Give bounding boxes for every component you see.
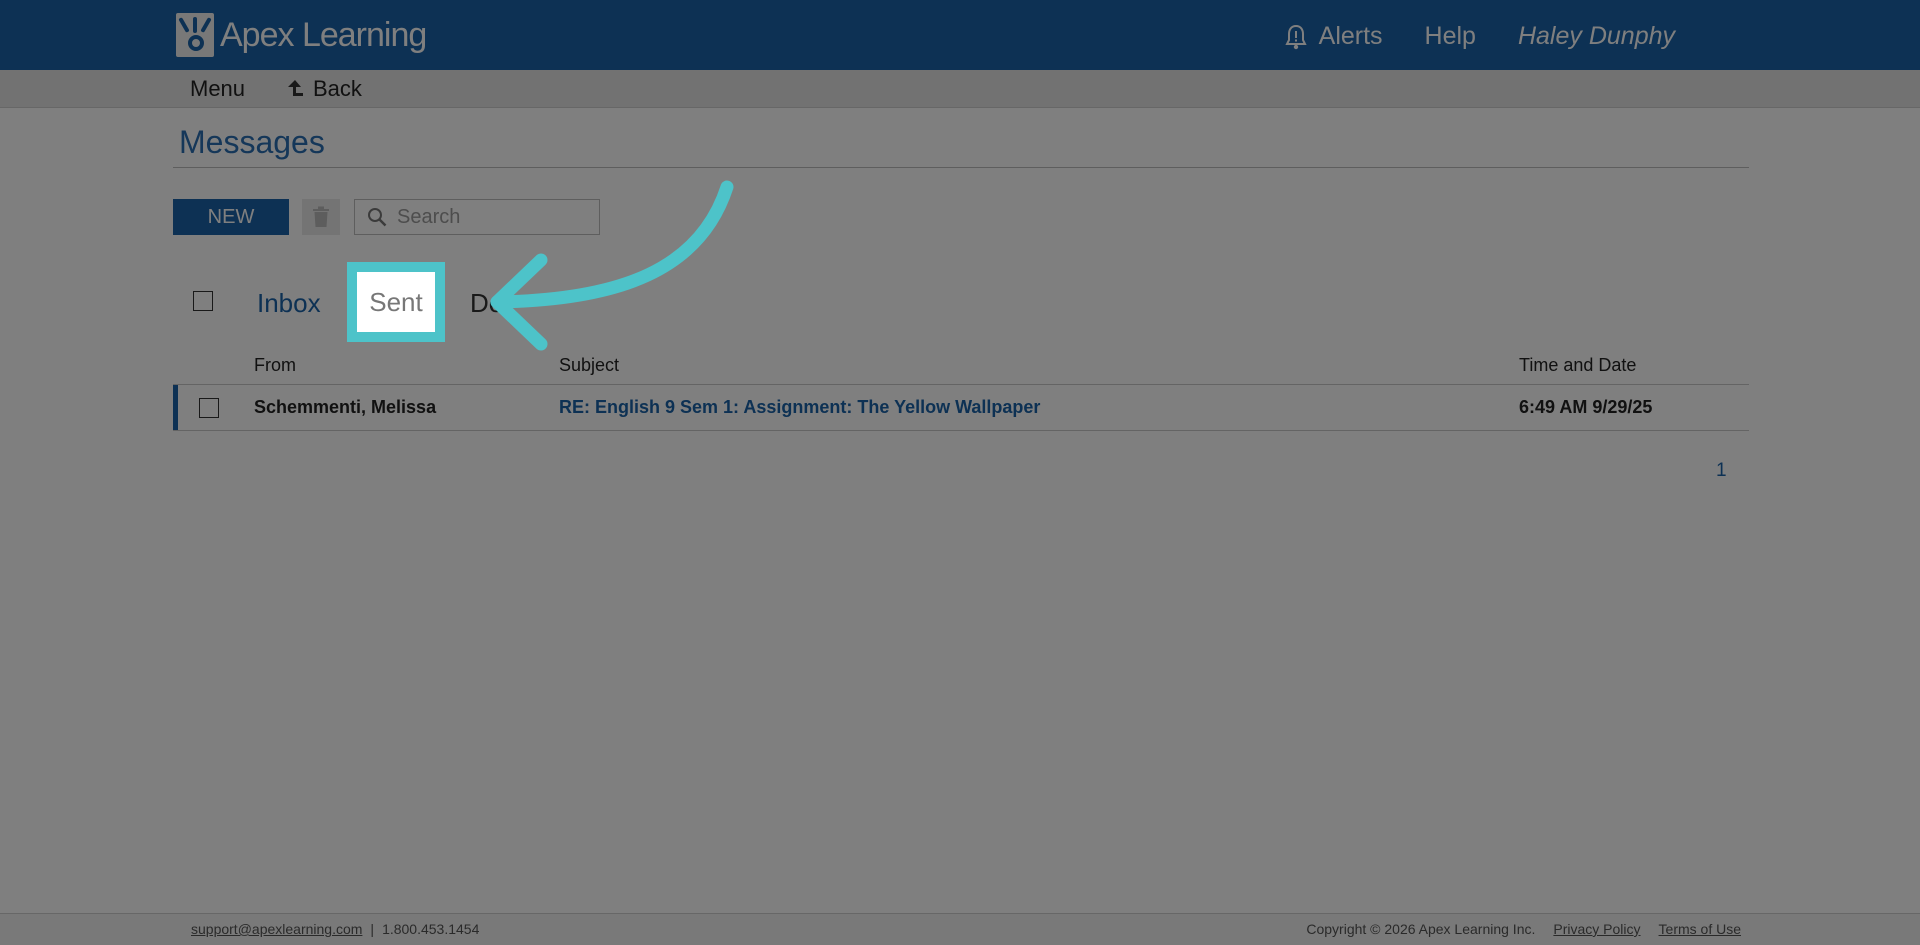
terms-of-use-link[interactable]: Terms of Use [1659,921,1741,937]
row-divider [173,430,1749,431]
pagination-page-1[interactable]: 1 [1716,460,1727,482]
unread-indicator [173,385,178,430]
logo-text: Apex Learning [220,15,427,54]
row-checkbox[interactable] [199,398,219,418]
search-input[interactable] [397,205,577,229]
select-all-checkbox[interactable] [193,291,213,311]
column-header-from[interactable]: From [254,355,296,376]
tab-inbox[interactable]: Inbox [257,288,321,319]
apex-logo[interactable]: Apex Learning [176,12,427,58]
privacy-policy-link[interactable]: Privacy Policy [1553,921,1640,937]
tab-sent-highlight[interactable]: Sent [347,262,445,342]
copyright-text: Copyright © 2026 Apex Learning Inc. [1306,921,1536,937]
title-divider [173,167,1749,168]
table-row[interactable]: Schemmenti, Melissa RE: English 9 Sem 1:… [173,385,1749,430]
help-link[interactable]: Help [1425,22,1476,51]
search-icon [368,208,387,227]
apex-logo-icon [176,13,214,57]
tab-deleted[interactable]: De [470,288,503,319]
tab-sent-label: Sent [369,286,423,317]
top-nav: Alerts Help Haley Dunphy [1285,22,1675,51]
user-name-link[interactable]: Haley Dunphy [1518,22,1675,51]
delete-button[interactable] [302,199,340,235]
back-arrow-icon [288,80,303,96]
alerts-link[interactable]: Alerts [1285,22,1383,51]
back-label: Back [313,76,362,101]
new-message-button[interactable]: NEW [173,199,289,235]
alerts-label: Alerts [1318,22,1383,50]
menu-button[interactable]: Menu [190,76,245,102]
footer-separator: | [370,921,375,937]
row-from: Schemmenti, Melissa [254,397,437,417]
search-box[interactable] [354,199,600,235]
row-date: 6:49 AM 9/29/25 [1519,397,1653,417]
page-title: Messages [179,124,325,160]
support-phone: 1.800.453.1454 [382,921,480,937]
row-subject-link[interactable]: RE: English 9 Sem 1: Assignment: The Yel… [559,397,1040,418]
top-bar: Apex Learning Alerts Help Haley Dunphy [0,0,1920,70]
back-button[interactable]: Back [285,76,362,102]
footer: support@apexlearning.com | 1.800.453.145… [0,913,1920,945]
trash-icon [313,206,329,227]
bell-icon [1285,24,1307,49]
sub-nav-bar: Menu Back [0,70,1920,108]
column-header-date[interactable]: Time and Date [1519,355,1636,376]
support-email-link[interactable]: support@apexlearning.com [191,921,362,937]
column-header-subject[interactable]: Subject [559,355,619,376]
